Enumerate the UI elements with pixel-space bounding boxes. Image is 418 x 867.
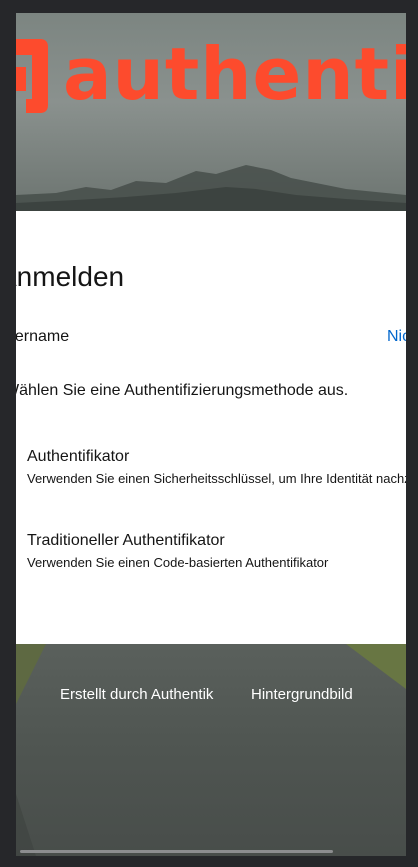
method-prompt: Wählen Sie eine Authentifizierungsmethod… bbox=[16, 382, 349, 399]
option-webauthn[interactable]: Authentifikator Verwenden Sie einen Sich… bbox=[27, 448, 406, 492]
background-grass bbox=[16, 644, 406, 856]
not-you-link[interactable]: Nicht Sie? bbox=[387, 328, 406, 346]
option-description: Verwenden Sie einen Code-basierten Authe… bbox=[27, 555, 329, 570]
page-title: Anmelden bbox=[16, 261, 125, 292]
footer: Erstellt durch Authentik Hintergrundbild bbox=[16, 686, 406, 710]
option-description: Verwenden Sie einen Sicherheitsschlüssel… bbox=[27, 471, 406, 486]
background-mountains bbox=[16, 165, 406, 213]
login-card: Anmelden username Nicht Sie? Wählen Sie … bbox=[16, 211, 406, 644]
username-label: username bbox=[16, 328, 70, 345]
option-title: Authentifikator bbox=[27, 448, 130, 465]
login-page: authentik Anmelden username Nicht Sie? W… bbox=[16, 13, 406, 856]
option-title: Traditioneller Authentifikator bbox=[27, 532, 225, 549]
powered-by-link[interactable]: Erstellt durch Authentik bbox=[60, 686, 213, 703]
option-totp[interactable]: Traditioneller Authentifikator Verwenden… bbox=[27, 532, 406, 576]
authentik-logo-icon bbox=[16, 39, 48, 113]
horizontal-scrollbar[interactable] bbox=[20, 850, 333, 853]
authentik-wordmark: authentik bbox=[63, 32, 406, 116]
background-image-link[interactable]: Hintergrundbild bbox=[251, 686, 353, 703]
user-row: username Nicht Sie? bbox=[16, 328, 406, 350]
